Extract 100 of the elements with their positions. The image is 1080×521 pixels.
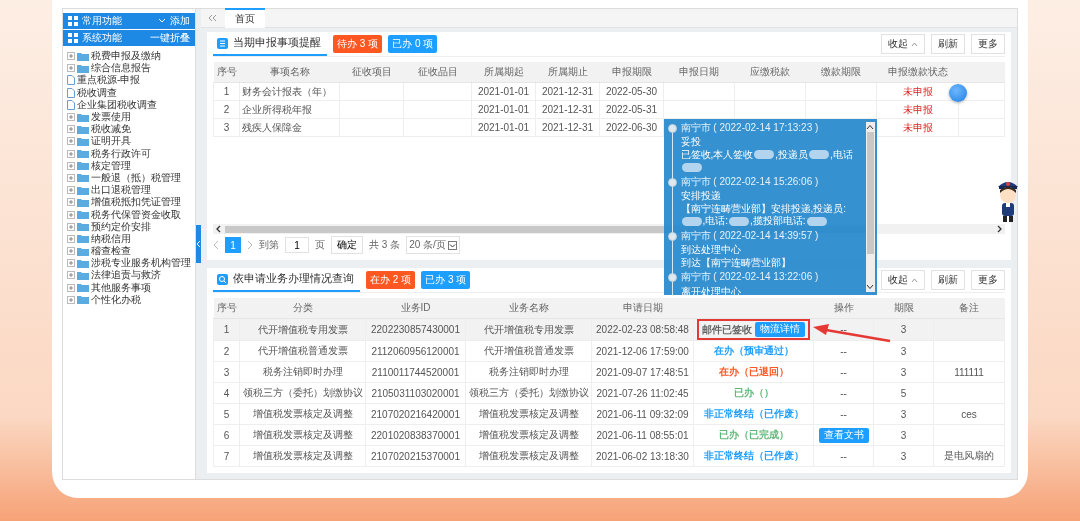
sidebar-item[interactable]: 证明开具 bbox=[91, 134, 131, 149]
table-cell: -- bbox=[840, 324, 847, 335]
collapse-handle[interactable] bbox=[196, 225, 201, 263]
expand-icon bbox=[67, 186, 75, 195]
expand-icon bbox=[67, 64, 75, 73]
sidebar-item[interactable]: 其他服务事项 bbox=[91, 280, 151, 295]
sidebar-item[interactable]: 出口退税管理 bbox=[91, 183, 151, 198]
table-cell: 2022-02-23 08:58:48 bbox=[596, 324, 689, 335]
table-cell: 3 bbox=[900, 366, 907, 378]
panel-title[interactable]: 依申请业务办理情况查询 bbox=[213, 268, 360, 292]
sidebar-item[interactable]: 纳税信用 bbox=[91, 231, 131, 246]
column-header: 分类 bbox=[239, 298, 366, 319]
table-cell: 增值税发票核定及调整 bbox=[478, 408, 579, 419]
table-row[interactable]: 5 增值税发票核定及调整 2107020216420001 增值税发票核定及调整 2021-06-11 09:32:09 非正常终结（已作废） -- 3 ces bbox=[213, 403, 1005, 425]
sidebar-item[interactable]: 发票使用 bbox=[91, 110, 131, 125]
folder-icon bbox=[77, 51, 89, 61]
sidebar-item[interactable]: 综合信息报告 bbox=[91, 61, 151, 76]
column-header: 操作 bbox=[813, 298, 874, 319]
table-cell: 2021-06-02 13:18:30 bbox=[596, 450, 689, 462]
table-cell: 增值税发票核定及调整 bbox=[478, 429, 579, 440]
sidebar-item[interactable]: 法律追责与救济 bbox=[91, 268, 161, 283]
redaction-blur bbox=[729, 216, 750, 226]
column-header: 序号 bbox=[213, 62, 240, 83]
detail-text: 已签收,本人签收 bbox=[680, 148, 754, 161]
sidebar-item[interactable]: 核定管理 bbox=[91, 158, 131, 173]
column-header: 申报日期 bbox=[663, 62, 735, 83]
table-cell: 代开增值税普通发票 bbox=[257, 345, 348, 356]
table-row[interactable]: 1 代开增值税专用发票 2202230857430001 代开增值税专用发票 2022-02-23 08:58:48 邮件已签收 物流详情 -- 3 bbox=[213, 318, 1005, 341]
sidebar-item[interactable]: 税务代保管资金收取 bbox=[91, 207, 181, 222]
confirm-button[interactable]: 确定 bbox=[331, 236, 363, 254]
toolbar-button[interactable]: 更多 bbox=[971, 270, 1005, 290]
table-row[interactable]: 3 税务注销即时办理 2110011744520001 税务注销即时办理 2021-09-07 17:48:51 在办（已退回） -- 3 111111 bbox=[213, 361, 1005, 383]
folder-icon bbox=[77, 149, 89, 159]
folder-icon bbox=[77, 124, 89, 134]
toolbar-button[interactable]: 刷新 bbox=[931, 270, 965, 290]
sidebar-item[interactable]: 一般退（抵）税管理 bbox=[91, 170, 181, 185]
chevron-right-icon[interactable] bbox=[247, 240, 253, 250]
table-cell: 2021-12-31 bbox=[541, 122, 594, 133]
tab[interactable]: 首页 bbox=[225, 8, 265, 28]
expand-icon bbox=[67, 283, 75, 292]
location-time: 南宁市 ( 2022-02-14 15:26:06 ) bbox=[680, 175, 820, 188]
vertical-scrollbar[interactable] bbox=[865, 121, 875, 292]
table-cell: 3 bbox=[900, 450, 907, 462]
column-header: 序号 bbox=[213, 298, 240, 319]
folder-icon bbox=[77, 112, 89, 122]
table-row[interactable]: 6 增值税发票核定及调整 2201020838370001 增值税发票核定及调整 2021-06-11 08:55:01 已办（已完成） 查看文书 3 bbox=[213, 424, 1005, 446]
table-cell: 3 bbox=[900, 429, 907, 441]
table-cell: -- bbox=[840, 345, 847, 357]
table-cell: 领税三方（委托）划缴协议 bbox=[468, 387, 589, 398]
table-cell: 2021-01-01 bbox=[477, 104, 530, 115]
search-icon bbox=[217, 273, 228, 285]
table-row[interactable]: 7 增值税发票核定及调整 2107020215370001 增值税发票核定及调整 2021-06-02 13:18:30 非正常终结（已作废） -- 3 是电风扇的 bbox=[213, 445, 1005, 467]
sidebar-item[interactable]: 税收调查 bbox=[77, 85, 117, 100]
sidebar-item[interactable]: 个性化办税 bbox=[91, 292, 141, 307]
grid-icon bbox=[68, 33, 78, 43]
status-text: 未申报 bbox=[902, 85, 933, 97]
sidebar-item[interactable]: 稽查检查 bbox=[91, 244, 131, 259]
location-time: 南宁市 ( 2022-02-14 13:22:06 ) bbox=[680, 271, 820, 284]
sidebar-item[interactable]: 企业集团税收调查 bbox=[77, 97, 157, 112]
page-size-select[interactable]: 20 条/页 bbox=[406, 236, 460, 254]
tracking-status: 妥投 bbox=[680, 136, 702, 149]
sidebar-item[interactable]: 重点税源-申报 bbox=[77, 73, 141, 88]
toolbar-button[interactable]: 更多 bbox=[971, 34, 1005, 54]
sidebar-item[interactable]: 税务行政许可 bbox=[91, 146, 151, 161]
double-chevron-left-icon[interactable] bbox=[207, 14, 217, 22]
table-cell: 5 bbox=[223, 408, 230, 420]
header-link[interactable]: 一键折叠 bbox=[150, 31, 190, 45]
redaction-blur bbox=[806, 216, 827, 226]
toolbar-button[interactable]: 收起 bbox=[881, 270, 925, 290]
location-time: 南宁市 ( 2022-02-14 14:39:57 ) bbox=[680, 229, 820, 242]
sidebar-group-header[interactable]: 常用功能 添加 bbox=[63, 13, 195, 29]
expand-icon bbox=[67, 271, 75, 280]
column-header: 申报期限 bbox=[599, 62, 664, 83]
table-cell: 2021-12-31 bbox=[541, 86, 594, 97]
sidebar-item[interactable]: 税收减免 bbox=[91, 122, 131, 137]
redaction-blur bbox=[681, 162, 702, 172]
table-cell: 税务注销即时办理 bbox=[488, 366, 569, 377]
tracking-status: 离开处理中心 bbox=[680, 285, 742, 295]
status-text: 在办（已退回） bbox=[718, 365, 789, 379]
folder-icon bbox=[77, 222, 89, 232]
page-input[interactable]: 1 bbox=[285, 237, 309, 253]
header-link[interactable]: 添加 bbox=[170, 14, 190, 28]
detail-text: ,电话: bbox=[702, 215, 729, 228]
panel-title[interactable]: 当期申报事项提醒 bbox=[213, 32, 327, 56]
timeline-dot bbox=[667, 177, 677, 187]
sidebar-group-header[interactable]: 系统功能 一键折叠 bbox=[63, 30, 195, 46]
chevron-down-icon bbox=[447, 240, 457, 250]
table-row[interactable]: 4 领税三方（委托）划缴协议 2105031103020001 领税三方（委托）划缴协议 2021-07-26 11:02:45 已办（） -- 5 bbox=[213, 382, 1005, 404]
folder-icon bbox=[77, 246, 89, 256]
table-row[interactable]: 2 代开增值税普通发票 2112060956120001 代开增值税普通发票 2021-12-06 17:59:00 在办（预审通过） -- 3 bbox=[213, 340, 1005, 362]
expand-icon bbox=[67, 52, 75, 61]
detail-text: 【南宁连畴营业部】安排投递,投递员: bbox=[680, 202, 847, 215]
column-header: 事项名称 bbox=[239, 62, 340, 83]
toolbar-button[interactable]: 刷新 bbox=[931, 34, 965, 54]
toolbar-button[interactable]: 收起 bbox=[881, 34, 925, 54]
sidebar-item[interactable]: 预约定价安排 bbox=[91, 219, 151, 234]
sidebar-item[interactable]: 增值税抵扣凭证管理 bbox=[91, 195, 181, 210]
sidebar-item[interactable]: 税费申报及缴纳 bbox=[91, 49, 161, 64]
column-header: 申请日期 bbox=[591, 298, 694, 319]
table-cell: 残疾人保障金 bbox=[242, 121, 302, 133]
